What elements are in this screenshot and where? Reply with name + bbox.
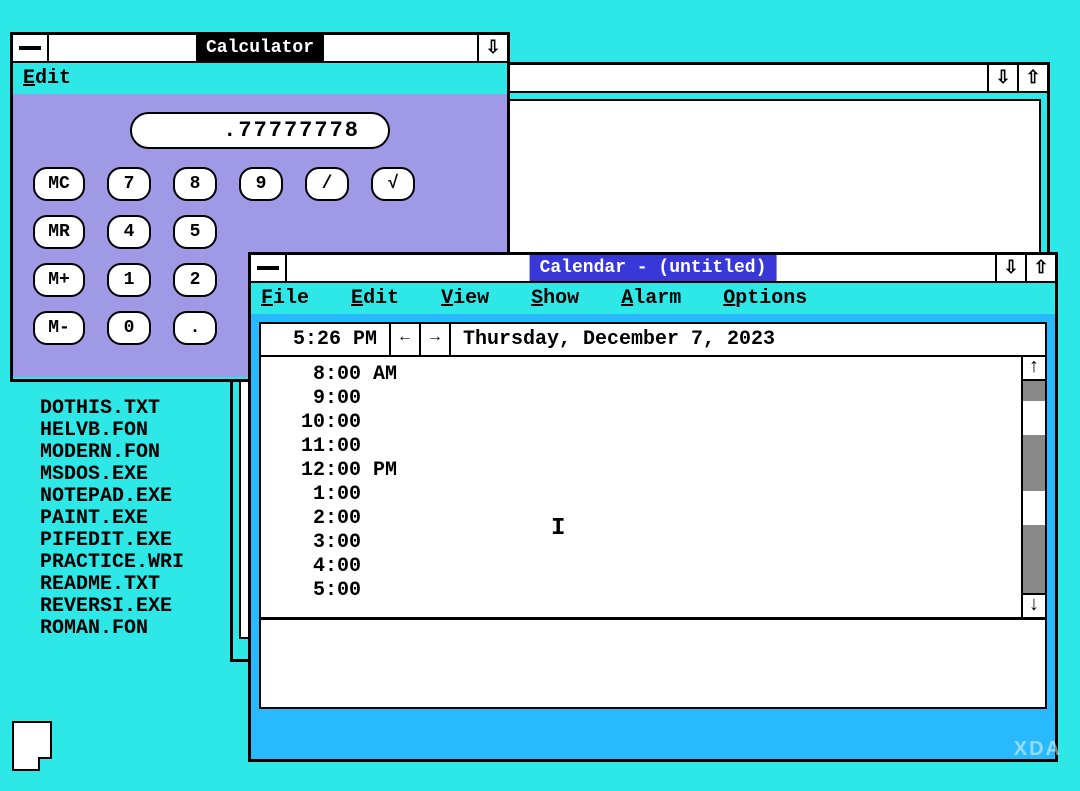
list-item[interactable]: MODERN.FON [40,442,184,464]
hour-row[interactable]: 8:00 AM [301,363,1045,387]
calendar-titlebar[interactable]: Calendar - (untitled) ⇩ ⇧ [251,255,1055,283]
hour-row[interactable]: 1:00 [301,483,1045,507]
calc-key-1[interactable]: 1 [107,263,151,297]
calc-key-√[interactable]: √ [371,167,415,201]
calendar-menubar: File Edit View Show Alarm Options [251,283,1055,314]
calendar-notes[interactable] [261,617,1045,707]
calc-key-8[interactable]: 8 [173,167,217,201]
calendar-title: Calendar - (untitled) [530,255,777,281]
hour-row[interactable]: 3:00 [301,531,1045,555]
minimize-icon[interactable]: ⇩ [995,255,1025,281]
menu-show[interactable]: Show [531,287,579,310]
maximize-icon[interactable]: ⇧ [1025,255,1055,281]
minimize-icon[interactable]: ⇩ [987,65,1017,91]
file-list: DOTHIS.TXTHELVB.FONMODERN.FONMSDOS.EXENO… [40,398,184,640]
list-item[interactable]: REVERSI.EXE [40,596,184,618]
list-item[interactable]: DOTHIS.TXT [40,398,184,420]
next-day-button[interactable]: → [421,324,451,355]
calc-key-0[interactable]: 0 [107,311,151,345]
text-cursor-icon: I [551,517,565,541]
menu-options[interactable]: Options [723,287,807,310]
menu-edit[interactable]: Edit [351,287,399,310]
scroll-thumb[interactable] [1023,491,1045,525]
hour-row[interactable]: 4:00 [301,555,1045,579]
calc-key-5[interactable]: 5 [173,215,217,249]
hour-row[interactable]: 10:00 [301,411,1045,435]
watermark: XDA [1014,738,1062,761]
calc-key-.[interactable]: . [173,311,217,345]
document-icon[interactable] [12,721,52,771]
system-menu-icon[interactable] [13,35,49,61]
list-item[interactable]: PIFEDIT.EXE [40,530,184,552]
list-item[interactable]: NOTEPAD.EXE [40,486,184,508]
hour-row[interactable]: 2:00 [301,507,1045,531]
calculator-title: Calculator [196,35,324,61]
calculator-menubar: Edit [13,63,507,94]
calculator-display: .77777778 [130,112,390,149]
menu-file[interactable]: File [261,287,309,310]
calc-key-4[interactable]: 4 [107,215,151,249]
prev-day-button[interactable]: ← [391,324,421,355]
list-item[interactable]: HELVB.FON [40,420,184,442]
list-item[interactable]: PAINT.EXE [40,508,184,530]
calc-key-M-[interactable]: M- [33,311,85,345]
calendar-content: 5:26 PM ← → Thursday, December 7, 2023 8… [259,322,1047,709]
scroll-thumb[interactable] [1023,401,1045,435]
calendar-datebar: 5:26 PM ← → Thursday, December 7, 2023 [261,324,1045,357]
current-date: Thursday, December 7, 2023 [451,324,1045,355]
calc-key-MC[interactable]: MC [33,167,85,201]
maximize-icon[interactable]: ⇧ [1017,65,1047,91]
list-item[interactable]: MSDOS.EXE [40,464,184,486]
calc-key-M+[interactable]: M+ [33,263,85,297]
scroll-down-icon[interactable]: ↓ [1023,593,1045,617]
calculator-titlebar[interactable]: Calculator ⇩ [13,35,507,63]
calc-key-7[interactable]: 7 [107,167,151,201]
scroll-up-icon[interactable]: ↑ [1023,357,1045,381]
minimize-icon[interactable]: ⇩ [477,35,507,61]
calc-key-/[interactable]: / [305,167,349,201]
hour-row[interactable]: 12:00 PM [301,459,1045,483]
calendar-hours[interactable]: 8:00 AM 9:0010:0011:0012:00 PM 1:00 2:00… [261,357,1045,617]
hour-row[interactable]: 5:00 [301,579,1045,603]
calc-key-9[interactable]: 9 [239,167,283,201]
calc-key-MR[interactable]: MR [33,215,85,249]
list-item[interactable]: ROMAN.FON [40,618,184,640]
calendar-window: Calendar - (untitled) ⇩ ⇧ File Edit View… [248,252,1058,762]
menu-view[interactable]: View [441,287,489,310]
list-item[interactable]: PRACTICE.WRI [40,552,184,574]
hour-row[interactable]: 9:00 [301,387,1045,411]
menu-alarm[interactable]: Alarm [621,287,681,310]
system-menu-icon[interactable] [251,255,287,281]
scroll-track[interactable] [1023,381,1045,593]
calc-key-2[interactable]: 2 [173,263,217,297]
scrollbar[interactable]: ↑ ↓ [1021,357,1045,617]
menu-edit[interactable]: Edit [23,67,101,90]
current-time: 5:26 PM [261,324,391,355]
hour-row[interactable]: 11:00 [301,435,1045,459]
list-item[interactable]: README.TXT [40,574,184,596]
